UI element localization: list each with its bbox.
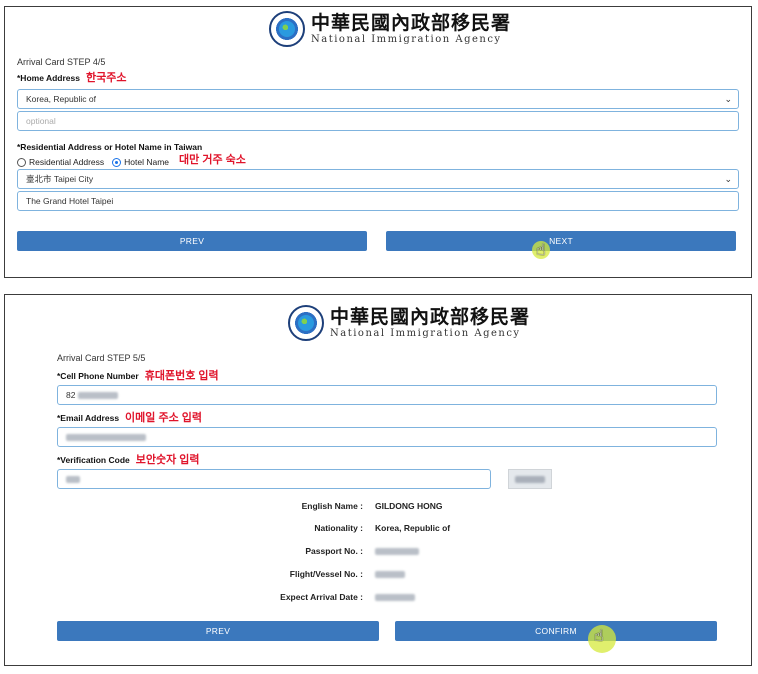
- redacted-email: [66, 433, 146, 441]
- cell-phone-annotation: 휴대폰번호 입력: [144, 370, 219, 382]
- prev-button[interactable]: PREV: [17, 231, 367, 251]
- hotel-name-input[interactable]: The Grand Hotel Taipei: [17, 191, 739, 211]
- redacted-arrival-date: [375, 594, 415, 601]
- agency-emblem-icon: [288, 305, 324, 341]
- verification-code-annotation: 보안숫자 입력: [135, 454, 200, 466]
- verification-code-input[interactable]: [57, 469, 491, 489]
- email-annotation: 이메일 주소 입력: [125, 412, 202, 424]
- chevron-down-icon: ⌄: [724, 94, 732, 104]
- email-input[interactable]: [57, 427, 717, 447]
- agency-title-en: National Immigration Agency: [311, 33, 502, 45]
- home-country-select[interactable]: Korea, Republic of ⌄: [17, 89, 739, 109]
- redacted-phone: [78, 391, 119, 399]
- home-country-value: Korea, Republic of: [26, 94, 96, 104]
- english-name-value: GILDONG HONG: [375, 501, 443, 511]
- residential-address-label: *Residential Address or Hotel Name in Ta…: [17, 142, 203, 152]
- confirm-button[interactable]: CONFIRM: [395, 621, 717, 641]
- agency-title-cn: 中華民國內政部移民署: [330, 305, 531, 328]
- arrival-date-label: Expect Arrival Date :: [280, 592, 363, 602]
- agency-logo: 中華民國內政部移民署 National Immigration Agency: [288, 305, 530, 341]
- home-address-label: *Home Address: [17, 73, 80, 83]
- chevron-down-icon: ⌄: [724, 174, 732, 184]
- captcha-image[interactable]: [508, 469, 552, 489]
- arrival-card-step5-panel: 中華民國內政部移民署 National Immigration Agency A…: [4, 294, 752, 666]
- nationality-value: Korea, Republic of: [375, 523, 451, 533]
- agency-title-en: National Immigration Agency: [330, 327, 521, 339]
- agency-logo: 中華民國內政部移民署 National Immigration Agency: [269, 11, 511, 47]
- taiwan-city-value: 臺北市 Taipei City: [26, 174, 94, 184]
- nationality-label: Nationality :: [314, 523, 363, 533]
- home-address-annotation: 한국주소: [85, 72, 127, 84]
- redacted-flight: [375, 571, 405, 578]
- cell-phone-label: *Cell Phone Number: [57, 371, 139, 381]
- cell-phone-value: 82: [66, 390, 76, 400]
- residential-annotation: 대만 거주 숙소: [179, 154, 246, 166]
- prev-button[interactable]: PREV: [57, 621, 379, 641]
- residential-address-option-label: Residential Address: [29, 157, 105, 167]
- passport-label: Passport No. :: [305, 546, 363, 556]
- cell-phone-input[interactable]: 82: [57, 385, 717, 405]
- taiwan-city-select[interactable]: 臺北市 Taipei City ⌄: [17, 169, 739, 189]
- arrival-card-step4-panel: 中華民國內政部移民署 National Immigration Agency A…: [4, 6, 752, 278]
- hand-pointer-icon: ☝: [594, 628, 604, 645]
- hotel-name-value: The Grand Hotel Taipei: [26, 196, 114, 206]
- step-indicator: Arrival Card STEP 5/5: [57, 353, 146, 363]
- redacted-code: [66, 475, 80, 483]
- residential-address-radio[interactable]: [17, 157, 26, 167]
- email-label: *Email Address: [57, 413, 120, 423]
- home-address-placeholder: optional: [26, 116, 56, 126]
- hotel-name-option-label: Hotel Name: [124, 157, 170, 167]
- home-address-detail-input[interactable]: optional: [17, 111, 739, 131]
- agency-emblem-icon: [269, 11, 305, 47]
- hotel-name-radio[interactable]: [112, 157, 122, 167]
- redacted-passport: [375, 548, 419, 555]
- next-button[interactable]: NEXT: [386, 231, 736, 251]
- hand-pointer-icon: ☝: [536, 242, 546, 259]
- verification-code-label: *Verification Code: [57, 455, 130, 465]
- agency-title-cn: 中華民國內政部移民署: [311, 11, 512, 34]
- step-indicator: Arrival Card STEP 4/5: [17, 57, 106, 67]
- english-name-label: English Name :: [301, 501, 363, 511]
- flight-label: Flight/Vessel No. :: [289, 569, 363, 579]
